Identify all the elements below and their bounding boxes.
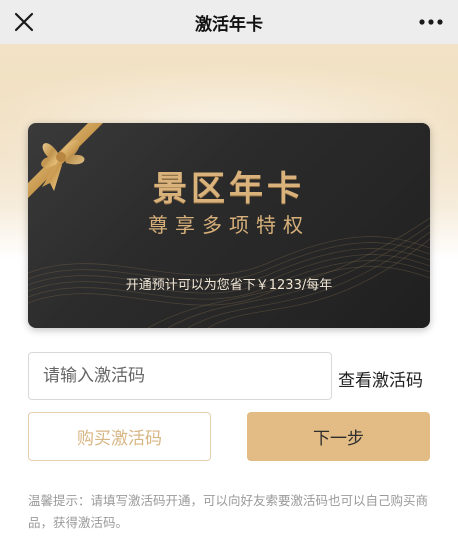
card-title: 景区年卡 [153,169,305,209]
navbar: 激活年卡 [0,0,458,44]
more-icon[interactable] [418,12,444,32]
activation-code-input[interactable] [28,352,332,400]
view-activation-code-link[interactable]: 查看激活码 [338,366,423,391]
card-subtitle: 尊享多项特权 [148,213,310,237]
card-savings-text: 开通预计可以为您省下￥1233/每年 [125,278,333,293]
page-title: 激活年卡 [195,14,263,35]
buy-activation-code-button[interactable]: 购买激活码 [28,412,211,461]
annual-card-banner: 景区年卡 尊享多项特权 开通预计可以为您省下￥1233/每年 [28,123,430,328]
tip-text: 温馨提示：请填写激活码开通，可以向好友索要激活码也可以自己购买商品，获得激活码。 [28,493,429,530]
close-icon[interactable] [10,8,38,36]
next-step-button[interactable]: 下一步 [247,412,430,461]
